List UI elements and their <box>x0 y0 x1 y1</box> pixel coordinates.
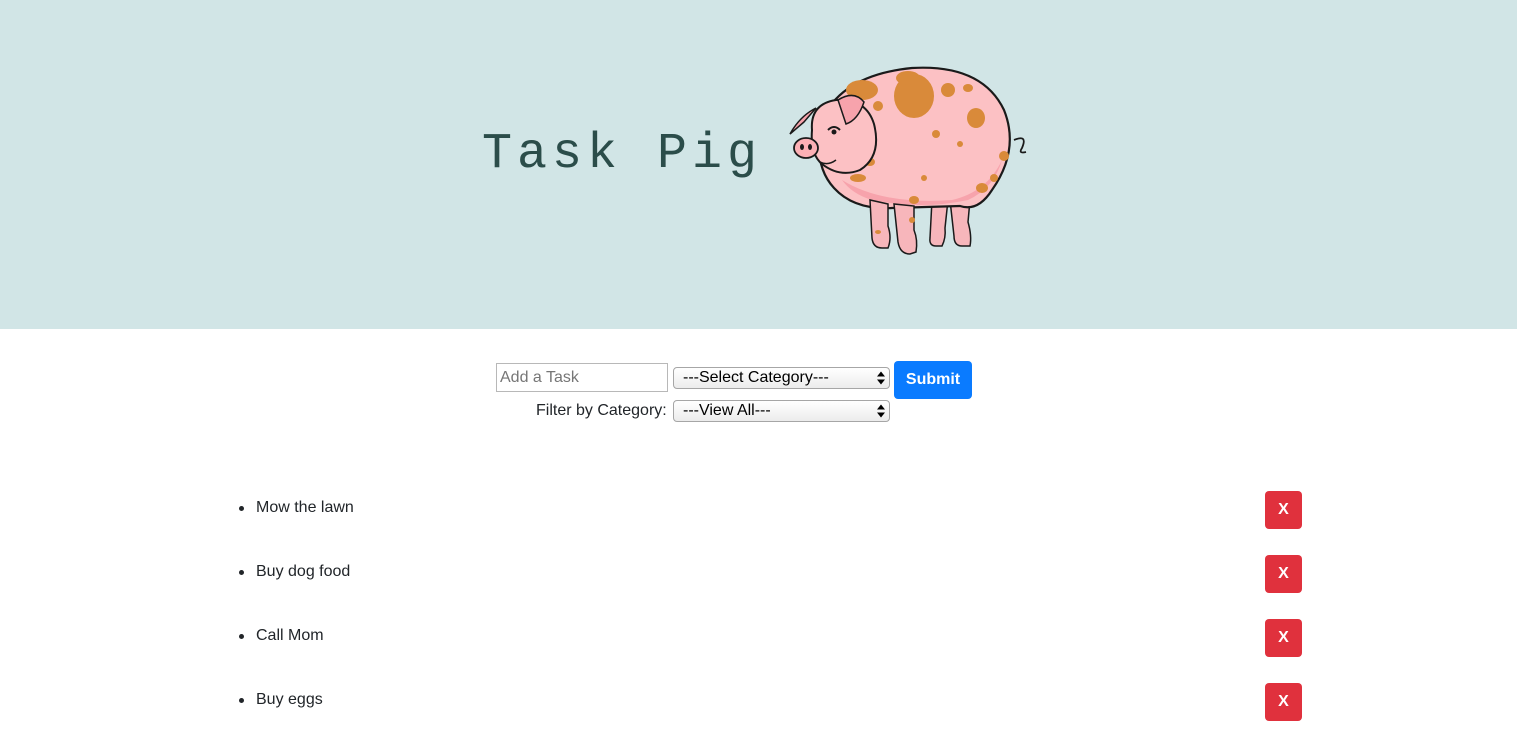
task-text: Buy eggs <box>256 691 323 708</box>
task-text: Buy dog food <box>256 563 351 580</box>
task-text: Call Mom <box>256 627 324 644</box>
task-item: Buy eggs X <box>0 683 1517 721</box>
delete-task-button[interactable]: X <box>1265 683 1302 721</box>
app-title: Task Pig <box>482 126 763 183</box>
task-text: Mow the lawn <box>256 499 354 516</box>
delete-task-button[interactable]: X <box>1265 491 1302 529</box>
delete-task-button[interactable]: X <box>1265 555 1302 593</box>
category-select-value: ---Select Category--- <box>683 369 829 386</box>
task-item: Call Mom X <box>0 619 1517 657</box>
select-arrows-icon <box>877 404 885 418</box>
bullet-icon <box>239 698 244 703</box>
submit-button[interactable]: Submit <box>894 361 972 399</box>
category-select[interactable]: ---Select Category--- <box>673 367 890 389</box>
bullet-icon <box>239 570 244 575</box>
task-item: Mow the lawn X <box>0 491 1517 529</box>
filter-category-select[interactable]: ---View All--- <box>673 400 890 422</box>
task-item: Buy dog food X <box>0 555 1517 593</box>
add-task-input[interactable] <box>496 363 668 392</box>
bullet-icon <box>239 634 244 639</box>
select-arrows-icon <box>877 371 885 385</box>
filter-select-value: ---View All--- <box>683 402 771 419</box>
filter-label: Filter by Category: <box>536 402 667 419</box>
delete-task-button[interactable]: X <box>1265 619 1302 657</box>
app-header: Task Pig <box>0 0 1517 329</box>
bullet-icon <box>239 506 244 511</box>
pig-icon <box>789 66 1027 255</box>
